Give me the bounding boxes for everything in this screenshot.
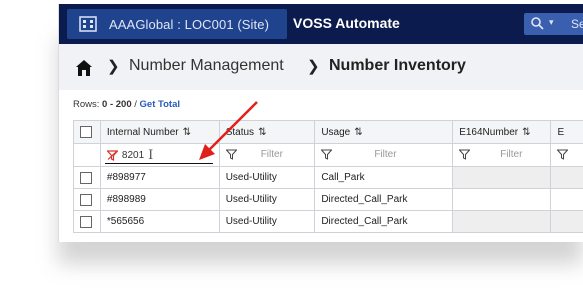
annotation-arrow <box>199 101 258 160</box>
app-window: AAAGlobal : LOC001 (Site) VOSS Automate … <box>58 4 583 242</box>
